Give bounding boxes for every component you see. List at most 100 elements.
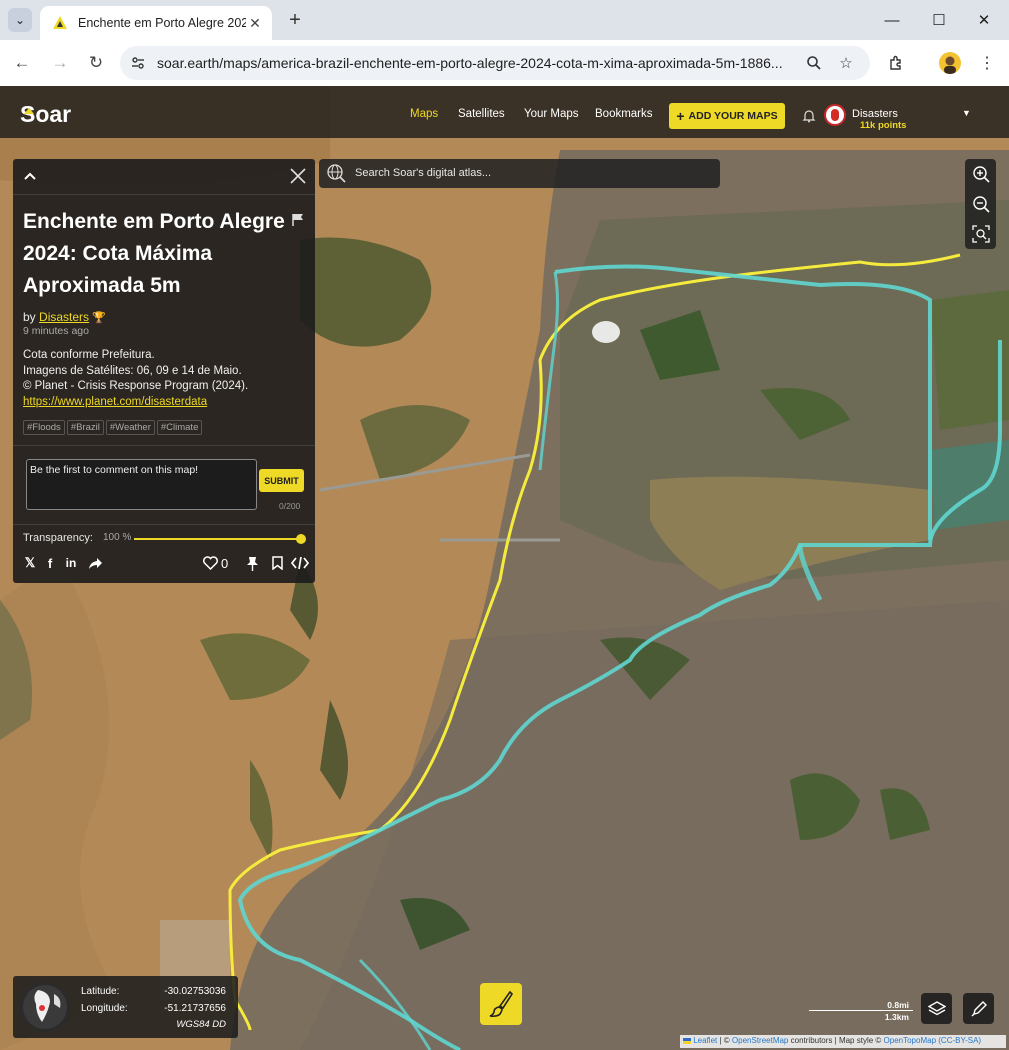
linkedin-icon[interactable]: in xyxy=(62,554,80,572)
soar-logo[interactable]: Soar xyxy=(20,102,104,126)
transparency-slider[interactable] xyxy=(134,538,301,540)
zoom-to-extent-icon[interactable] xyxy=(969,222,992,245)
like-heart-icon[interactable] xyxy=(201,554,219,572)
pin-icon[interactable] xyxy=(243,554,261,572)
extensions-puzzle-icon[interactable] xyxy=(884,51,908,75)
bookmark-star-icon[interactable]: ☆ xyxy=(836,53,856,73)
transparency-label: Transparency: xyxy=(23,532,93,544)
address-bar[interactable]: soar.earth/maps/america-brazil-enchente-… xyxy=(120,46,870,80)
scale-metric: 1.3km xyxy=(884,1012,909,1022)
attribution-contributors: contributors | Map style © xyxy=(790,1036,882,1045)
map-details-panel: Enchente em Porto Alegre 2024: Cota Máxi… xyxy=(13,159,315,583)
embed-code-icon[interactable] xyxy=(291,554,309,572)
search-input[interactable]: Search Soar's digital atlas... xyxy=(355,167,491,179)
layers-button[interactable] xyxy=(921,993,952,1024)
window-close-icon[interactable]: ✕ xyxy=(972,8,996,32)
eyedropper-icon xyxy=(971,1000,987,1016)
user-avatar[interactable] xyxy=(824,104,846,126)
opentopomap-link[interactable]: OpenTopoMap xyxy=(884,1036,936,1045)
browser-tab[interactable]: Enchente em Porto Alegre 2024 ✕ xyxy=(40,6,272,40)
reload-icon[interactable]: ↻ xyxy=(84,51,108,75)
planet-disaster-data-link[interactable]: https://www.planet.com/disasterdata xyxy=(23,395,308,411)
tab-close-icon[interactable]: ✕ xyxy=(246,14,264,32)
zoom-magnifier-icon[interactable] xyxy=(804,53,824,73)
ukraine-flag-icon xyxy=(683,1037,691,1044)
coordinates-panel: Latitude: -30.02753036 Longitude: -51.21… xyxy=(13,976,238,1038)
transparency-slider-thumb[interactable] xyxy=(296,534,306,544)
url-text[interactable]: soar.earth/maps/america-brazil-enchente-… xyxy=(157,55,797,71)
share-arrow-icon[interactable] xyxy=(86,554,104,572)
site-info-icon[interactable] xyxy=(125,50,151,76)
eyedropper-button[interactable] xyxy=(963,993,994,1024)
x-twitter-icon[interactable]: 𝕏 xyxy=(21,554,39,572)
tab-search-chevron-icon[interactable]: ⌄ xyxy=(8,8,32,32)
paintbrush-icon xyxy=(489,990,514,1018)
tag-brazil[interactable]: #Brazil xyxy=(66,420,104,435)
atlas-search-bar[interactable]: Search Soar's digital atlas... xyxy=(319,159,720,188)
comment-input[interactable]: Be the first to comment on this map! xyxy=(26,459,257,510)
panel-top-bar xyxy=(13,159,315,195)
nav-your-maps-link[interactable]: Your Maps xyxy=(524,108,579,120)
add-your-maps-button[interactable]: + ADD YOUR MAPS xyxy=(669,103,785,129)
close-panel-icon[interactable] xyxy=(289,167,307,185)
divider xyxy=(13,445,315,446)
tab-title: Enchente em Porto Alegre 2024 xyxy=(78,16,246,30)
tag-weather[interactable]: #Weather xyxy=(105,420,155,435)
posted-time: 9 minutes ago xyxy=(23,325,89,337)
share-actions: 𝕏 f in 0 xyxy=(21,554,309,574)
browser-toolbar: ← → ↻ soar.earth/maps/america-brazil-enc… xyxy=(0,40,1009,86)
collapse-chevron-up-icon[interactable] xyxy=(21,167,39,185)
nav-satellites-link[interactable]: Satellites xyxy=(458,108,505,120)
desc-line-2: Imagens de Satélites: 06, 09 e 14 de Mai… xyxy=(23,364,242,377)
facebook-icon[interactable]: f xyxy=(41,554,59,572)
divider xyxy=(13,524,315,525)
mini-globe-icon[interactable] xyxy=(20,982,70,1032)
notifications-bell-icon[interactable] xyxy=(800,107,818,125)
layers-icon xyxy=(927,1000,946,1015)
nav-maps-link[interactable]: Maps xyxy=(410,108,438,120)
forward-arrow-icon[interactable]: → xyxy=(48,51,72,75)
user-points: 11k points xyxy=(860,120,907,131)
latitude-value: -30.02753036 xyxy=(164,986,226,997)
scale-line xyxy=(809,1010,913,1011)
like-count: 0 xyxy=(221,556,229,571)
bookmark-icon[interactable] xyxy=(268,554,286,572)
leaflet-link[interactable]: Leaflet xyxy=(693,1036,717,1045)
tag-floods[interactable]: #Floods xyxy=(23,420,65,435)
zoom-in-icon[interactable] xyxy=(969,162,992,185)
new-tab-plus-icon[interactable]: + xyxy=(284,9,306,31)
nav-bookmarks-link[interactable]: Bookmarks xyxy=(595,108,653,120)
tag-list: #Floods #Brazil #Weather #Climate xyxy=(23,420,203,436)
author-link[interactable]: Disasters xyxy=(39,310,89,324)
globe-search-icon xyxy=(327,164,346,183)
annotate-brush-button[interactable] xyxy=(480,983,522,1025)
desc-line-3: © Planet - Crisis Response Program (2024… xyxy=(23,380,249,392)
transparency-value: 100 % xyxy=(103,532,132,543)
submit-comment-button[interactable]: SUBMIT xyxy=(259,469,304,492)
map-scale-bar: 0.8mi 1.3km xyxy=(809,998,913,1022)
comment-char-count: 0/200 xyxy=(279,501,301,511)
user-name[interactable]: Disasters xyxy=(852,108,898,120)
longitude-label: Longitude: xyxy=(81,1003,128,1014)
map-zoom-controls xyxy=(965,159,996,249)
byline: by Disasters 🏆 xyxy=(23,310,106,324)
map-attribution: Leaflet | © OpenStreetMap contributors |… xyxy=(680,1035,1006,1048)
longitude-value: -51.21737656 xyxy=(164,1003,226,1014)
add-maps-label: ADD YOUR MAPS xyxy=(688,110,778,122)
by-prefix: by xyxy=(23,310,36,324)
back-arrow-icon[interactable]: ← xyxy=(10,51,34,75)
tag-climate[interactable]: #Climate xyxy=(156,420,203,435)
map-description: Cota conforme Prefeitura. Imagens de Sat… xyxy=(23,348,308,410)
coordinate-datum: WGS84 DD xyxy=(176,1019,226,1030)
zoom-out-icon[interactable] xyxy=(969,192,992,215)
maximize-icon[interactable]: ☐ xyxy=(927,8,951,32)
scale-imperial: 0.8mi xyxy=(887,1000,909,1010)
map-title: Enchente em Porto Alegre 2024: Cota Máxi… xyxy=(23,210,285,297)
minimize-icon[interactable]: — xyxy=(880,8,904,32)
profile-avatar[interactable] xyxy=(939,52,961,74)
browser-menu-icon[interactable]: ⋮ xyxy=(975,51,999,75)
report-flag-icon[interactable] xyxy=(291,213,305,227)
license-link[interactable]: (CC-BY-SA) xyxy=(938,1036,981,1045)
osm-link[interactable]: OpenStreetMap xyxy=(732,1036,788,1045)
user-menu-caret-icon[interactable]: ▼ xyxy=(962,108,971,118)
